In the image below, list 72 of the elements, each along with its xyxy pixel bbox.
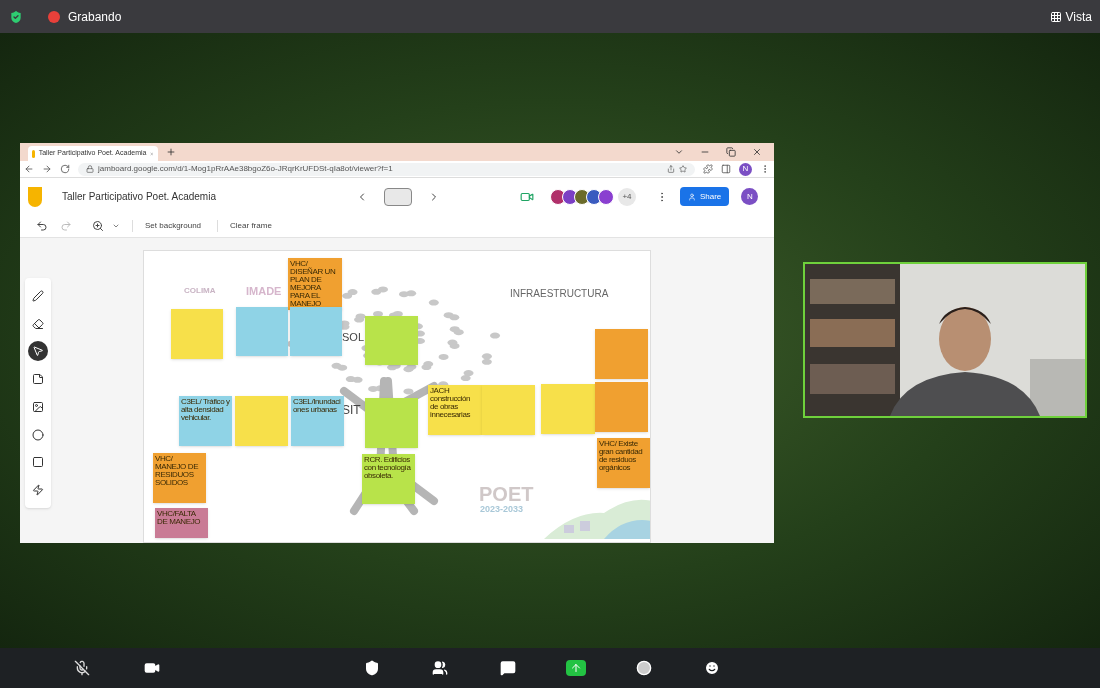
note-text: C3EL/Inundaciones urbanas (293, 398, 342, 414)
new-tab-icon[interactable] (166, 147, 176, 157)
pen-icon (32, 289, 44, 302)
mic-button[interactable] (72, 658, 92, 678)
extensions-icon[interactable] (703, 164, 713, 174)
board-title: Taller Participativo Poet. Academia (62, 190, 216, 204)
share-button[interactable]: Share (679, 187, 730, 206)
zoom-icon[interactable] (92, 220, 104, 232)
sticky-note[interactable]: VHC/ DISEÑAR UN PLAN DE MEJORA PARA EL MANEJO (288, 258, 342, 310)
smiley-icon (704, 660, 720, 676)
address-bar[interactable]: jamboard.google.com/d/1-Mog1pRrAAe38bgoZ6o-JRqrKrUFDSt-qIa8ot/viewer?f=1 (78, 162, 695, 176)
caret-icon[interactable] (112, 222, 120, 230)
sticky-note[interactable]: JACH construcción de obras innecesarias (428, 385, 482, 435)
forward-icon[interactable] (42, 164, 52, 174)
note-text: VHC/FALTA DE MANEJO (157, 510, 202, 526)
recording-label: Grabando (68, 8, 122, 26)
image-icon (32, 400, 44, 413)
heading: SOL (342, 331, 364, 343)
shield-icon (364, 660, 380, 676)
arrow-up-icon (570, 662, 582, 674)
caret-icon[interactable] (674, 147, 684, 157)
reload-icon[interactable] (60, 164, 70, 174)
participants-button[interactable] (430, 658, 450, 678)
view-button[interactable]: Vista (1049, 7, 1092, 26)
note-text: C3EL/ Tráfico y alta densidad vehicular. (181, 398, 230, 422)
note-text: JACH construcción de obras innecesarias (430, 387, 472, 419)
record-icon (636, 660, 652, 676)
chat-button[interactable] (498, 658, 518, 678)
share-icon[interactable] (667, 165, 675, 173)
sticky-note[interactable]: VHC/ MANEJO DE RESIDUOS SOLIDOS (153, 453, 206, 503)
eraser-icon (32, 317, 44, 330)
people-icon (432, 660, 448, 676)
sticky-note[interactable]: C3EL/ Tráfico y alta densidad vehicular. (179, 396, 232, 446)
lock-icon (86, 165, 94, 173)
toolbar-button[interactable]: Clear frame (217, 220, 276, 232)
undo-icon[interactable] (36, 220, 48, 232)
note-text: VHC/ Existe gran cantidad de residuos orgánicos (599, 440, 644, 472)
select-tool[interactable] (28, 341, 48, 362)
note-icon (32, 373, 44, 386)
grid-icon (1049, 10, 1062, 23)
toolbar-button[interactable]: Set background (132, 220, 206, 232)
heading: INFRAESTRUCTURA (510, 287, 609, 301)
back-icon[interactable] (24, 164, 34, 174)
logo-text: COLIMA (184, 285, 216, 297)
select-icon (32, 345, 44, 358)
recording-icon (48, 10, 60, 23)
muted-mic-icon (74, 660, 90, 676)
sticky-note[interactable]: C3EL/Inundaciones urbanas (291, 396, 344, 446)
poet-years: 2023-2033 (480, 503, 524, 516)
user-avatar[interactable]: N (741, 188, 759, 205)
star-icon[interactable] (679, 165, 687, 173)
sticky-note[interactable]: VHC/FALTA DE MANEJO (155, 508, 208, 538)
jamboard-logo-icon (28, 186, 42, 207)
share-button[interactable] (566, 658, 586, 678)
security-icon (8, 8, 24, 25)
circle-icon (32, 428, 44, 441)
record-button[interactable] (634, 658, 654, 678)
logo-text: IMADE (246, 284, 282, 299)
close-icon[interactable] (752, 147, 762, 157)
chat-icon (500, 660, 516, 676)
restore-icon[interactable] (726, 147, 736, 157)
sidebar-icon[interactable] (721, 164, 731, 174)
sticky-note[interactable]: VHC/ Existe gran cantidad de residuos orgánicos (597, 438, 650, 488)
collaborator-count: +4 (617, 187, 636, 206)
frame-thumbnail[interactable] (383, 187, 412, 206)
profile-avatar[interactable]: N (739, 162, 752, 176)
note-text: VHC/ MANEJO DE RESIDUOS SOLIDOS (155, 455, 200, 487)
note-text: RCR. Edificios con tecnología obsoleta. (364, 456, 412, 480)
sticky-note[interactable]: RCR. Edificios con tecnología obsoleta. (362, 454, 415, 504)
jamboard-logo-icon (32, 149, 35, 158)
person-icon (687, 192, 696, 201)
video-camera-icon (144, 660, 160, 676)
